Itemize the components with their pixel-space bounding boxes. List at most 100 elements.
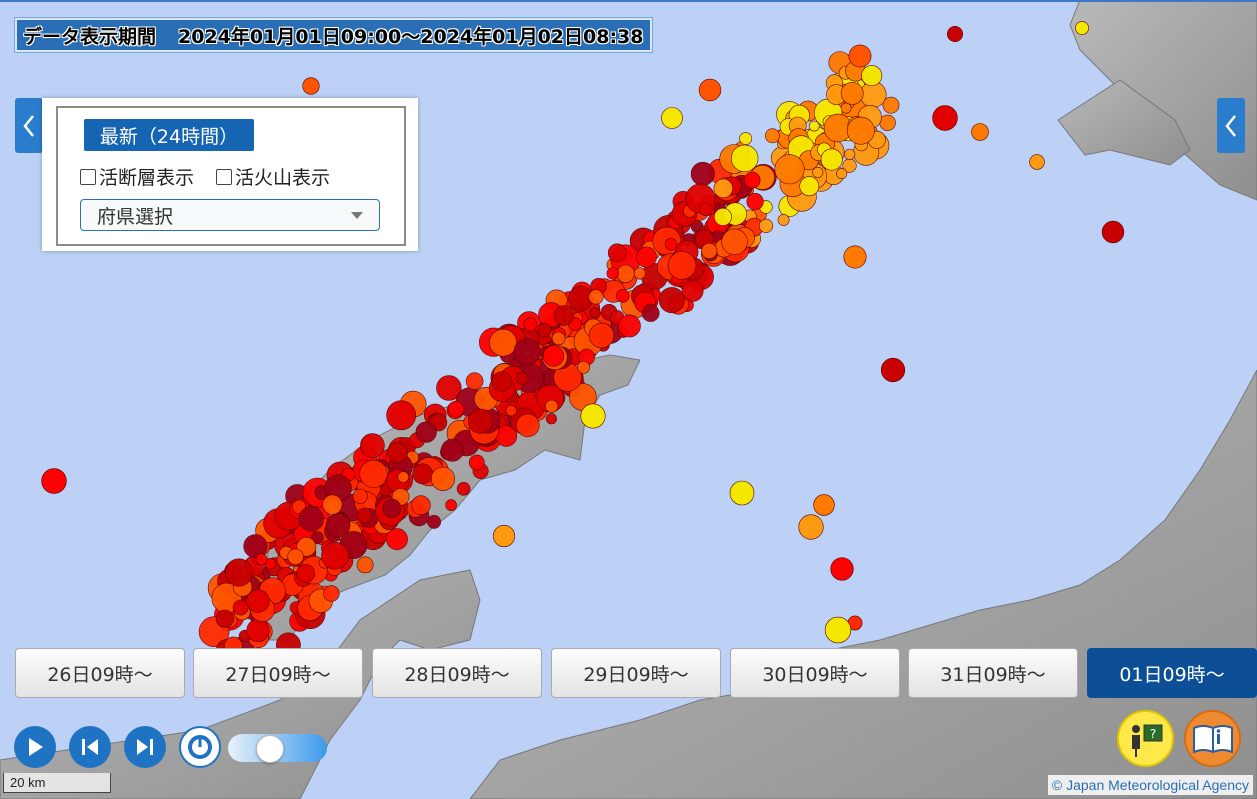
checkbox-box[interactable] — [216, 168, 233, 185]
checkbox-box[interactable] — [80, 168, 96, 185]
earthquake-marker[interactable] — [713, 207, 732, 226]
earthquake-marker[interactable] — [1101, 220, 1125, 244]
step-back-button[interactable] — [69, 726, 111, 768]
day-button-01[interactable]: 01日09時～ — [1087, 648, 1257, 698]
earthquake-marker[interactable] — [322, 494, 343, 515]
earthquake-marker[interactable] — [713, 178, 733, 199]
earthquake-marker[interactable] — [467, 408, 493, 434]
earthquake-marker[interactable] — [698, 78, 722, 102]
earthquake-marker[interactable] — [798, 514, 824, 540]
earthquake-marker[interactable] — [606, 267, 619, 280]
fault-checkbox[interactable]: 活断層表示 — [80, 163, 194, 190]
earthquake-marker[interactable] — [701, 242, 718, 260]
earthquake-marker[interactable] — [882, 96, 900, 114]
earthquake-marker[interactable] — [799, 176, 820, 197]
earthquake-marker[interactable] — [844, 148, 856, 160]
latest-24h-button[interactable]: 最新（24時間） — [84, 119, 254, 151]
earthquake-marker[interactable] — [739, 132, 753, 145]
earthquake-marker[interactable] — [505, 404, 517, 417]
earthquake-marker[interactable] — [246, 618, 270, 643]
earthquake-marker[interactable] — [743, 171, 761, 189]
earthquake-marker[interactable] — [287, 548, 304, 565]
earthquake-marker[interactable] — [681, 279, 704, 302]
earthquake-marker[interactable] — [588, 322, 615, 349]
earthquake-marker[interactable] — [607, 243, 627, 263]
earthquake-marker[interactable] — [861, 65, 883, 87]
earthquake-marker[interactable] — [1029, 154, 1045, 170]
earthquake-marker[interactable] — [360, 433, 385, 458]
earthquake-marker[interactable] — [615, 288, 630, 303]
earthquake-marker[interactable] — [513, 338, 541, 366]
earthquake-marker[interactable] — [224, 558, 253, 587]
jma-credit-link[interactable]: © Japan Meteorological Agency — [1047, 775, 1253, 795]
earthquake-marker[interactable] — [880, 357, 906, 383]
earthquake-marker[interactable] — [468, 454, 485, 471]
earthquake-marker[interactable] — [721, 228, 748, 256]
earthquake-marker[interactable] — [356, 507, 373, 524]
earthquake-marker[interactable] — [445, 499, 457, 511]
earthquake-marker[interactable] — [580, 403, 606, 429]
earthquake-marker[interactable] — [411, 495, 431, 516]
collapse-panel-button[interactable] — [15, 98, 43, 153]
earthquake-marker[interactable] — [641, 304, 660, 322]
earthquake-marker[interactable] — [352, 488, 368, 504]
earthquake-marker[interactable] — [298, 506, 324, 532]
earthquake-marker[interactable] — [824, 616, 852, 644]
earthquake-marker[interactable] — [820, 148, 843, 171]
earthquake-marker[interactable] — [698, 202, 713, 216]
earthquake-marker[interactable] — [412, 463, 434, 485]
earthquake-marker[interactable] — [296, 564, 316, 583]
earthquake-marker[interactable] — [635, 246, 657, 268]
day-button-27[interactable]: 27日09時～ — [193, 648, 363, 698]
earthquake-marker[interactable] — [386, 400, 417, 431]
help-button[interactable]: ? — [1117, 710, 1174, 767]
earthquake-marker[interactable] — [523, 317, 538, 332]
earthquake-marker[interactable] — [813, 494, 835, 516]
speed-slider[interactable] — [228, 734, 327, 763]
earthquake-marker[interactable] — [321, 541, 349, 570]
earthquake-marker[interactable] — [232, 599, 249, 616]
earthquake-marker[interactable] — [545, 413, 557, 425]
earthquake-marker[interactable] — [618, 314, 641, 338]
day-button-26[interactable]: 26日09時～ — [15, 648, 185, 698]
earthquake-marker[interactable] — [774, 154, 805, 185]
earthquake-marker[interactable] — [667, 251, 697, 280]
earthquake-marker[interactable] — [932, 105, 958, 131]
earthquake-marker[interactable] — [515, 413, 540, 438]
earthquake-marker[interactable] — [415, 421, 437, 443]
earthquake-marker[interactable] — [848, 44, 872, 68]
earthquake-marker[interactable] — [382, 498, 402, 518]
earthquake-marker[interactable] — [664, 238, 678, 251]
earthquake-marker[interactable] — [577, 360, 591, 374]
earthquake-marker[interactable] — [746, 193, 764, 211]
earthquake-marker[interactable] — [246, 589, 270, 613]
earthquake-marker[interactable] — [492, 524, 516, 548]
earthquake-marker[interactable] — [633, 267, 646, 280]
earthquake-marker[interactable] — [553, 305, 574, 326]
earthquake-marker[interactable] — [946, 25, 963, 42]
earthquake-marker[interactable] — [397, 471, 410, 483]
earthquake-marker[interactable] — [356, 556, 374, 574]
day-button-29[interactable]: 29日09時～ — [551, 648, 721, 698]
earthquake-marker[interactable] — [255, 553, 268, 566]
day-button-31[interactable]: 31日09時～ — [908, 648, 1078, 698]
earthquake-marker[interactable] — [616, 264, 635, 283]
earthquake-marker[interactable] — [758, 218, 774, 233]
earthquake-marker[interactable] — [465, 372, 484, 391]
earthquake-marker[interactable] — [843, 245, 867, 269]
earthquake-marker[interactable] — [830, 557, 854, 581]
earthquake-marker[interactable] — [537, 322, 552, 338]
open-right-panel-button[interactable] — [1217, 98, 1245, 153]
earthquake-marker[interactable] — [215, 609, 234, 628]
earthquake-marker[interactable] — [879, 114, 896, 132]
volcano-checkbox[interactable]: 活火山表示 — [216, 163, 330, 190]
earthquake-marker[interactable] — [690, 161, 715, 186]
earthquake-marker[interactable] — [41, 468, 67, 494]
earthquake-marker[interactable] — [588, 289, 604, 305]
earthquake-marker[interactable] — [730, 144, 759, 173]
earthquake-marker[interactable] — [846, 116, 875, 145]
earthquake-marker[interactable] — [456, 481, 471, 496]
earthquake-marker[interactable] — [544, 399, 559, 413]
play-button[interactable] — [14, 726, 56, 768]
earthquake-marker[interactable] — [836, 168, 848, 180]
